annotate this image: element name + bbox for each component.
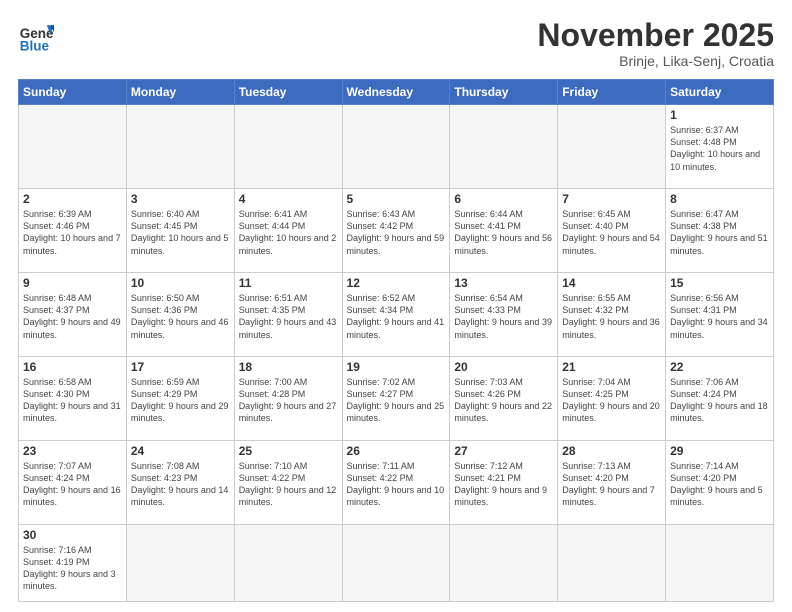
calendar-subtitle: Brinje, Lika-Senj, Croatia bbox=[537, 53, 774, 69]
weekday-header-row: Sunday Monday Tuesday Wednesday Thursday… bbox=[19, 80, 774, 105]
empty-cell bbox=[234, 105, 342, 189]
header: General Blue November 2025 Brinje, Lika-… bbox=[18, 18, 774, 69]
day-9: 9 Sunrise: 6:48 AMSunset: 4:37 PMDayligh… bbox=[19, 273, 127, 357]
svg-text:Blue: Blue bbox=[20, 38, 50, 53]
day-8: 8 Sunrise: 6:47 AMSunset: 4:38 PMDayligh… bbox=[666, 189, 774, 273]
table-row: 1 Sunrise: 6:37 AM Sunset: 4:48 PM Dayli… bbox=[19, 105, 774, 189]
empty-cell bbox=[126, 524, 234, 601]
sunset-label: Sunset: bbox=[670, 137, 703, 147]
empty-cell bbox=[342, 105, 450, 189]
table-row: 23 Sunrise: 7:07 AMSunset: 4:24 PMDaylig… bbox=[19, 441, 774, 525]
day-7: 7 Sunrise: 6:45 AMSunset: 4:40 PMDayligh… bbox=[558, 189, 666, 273]
header-monday: Monday bbox=[126, 80, 234, 105]
day-17: 17 Sunrise: 6:59 AMSunset: 4:29 PMDaylig… bbox=[126, 357, 234, 441]
day-15: 15 Sunrise: 6:56 AMSunset: 4:31 PMDaylig… bbox=[666, 273, 774, 357]
day-1: 1 Sunrise: 6:37 AM Sunset: 4:48 PM Dayli… bbox=[666, 105, 774, 189]
table-row: 16 Sunrise: 6:58 AMSunset: 4:30 PMDaylig… bbox=[19, 357, 774, 441]
header-thursday: Thursday bbox=[450, 80, 558, 105]
title-block: November 2025 Brinje, Lika-Senj, Croatia bbox=[537, 18, 774, 69]
day-2: 2 Sunrise: 6:39 AMSunset: 4:46 PMDayligh… bbox=[19, 189, 127, 273]
day-6: 6 Sunrise: 6:44 AMSunset: 4:41 PMDayligh… bbox=[450, 189, 558, 273]
day-28: 28 Sunrise: 7:13 AMSunset: 4:20 PMDaylig… bbox=[558, 441, 666, 525]
day-23: 23 Sunrise: 7:07 AMSunset: 4:24 PMDaylig… bbox=[19, 441, 127, 525]
logo-icon: General Blue bbox=[18, 18, 54, 54]
day-14: 14 Sunrise: 6:55 AMSunset: 4:32 PMDaylig… bbox=[558, 273, 666, 357]
header-tuesday: Tuesday bbox=[234, 80, 342, 105]
day-18: 18 Sunrise: 7:00 AMSunset: 4:28 PMDaylig… bbox=[234, 357, 342, 441]
day-22: 22 Sunrise: 7:06 AMSunset: 4:24 PMDaylig… bbox=[666, 357, 774, 441]
header-saturday: Saturday bbox=[666, 80, 774, 105]
day-5: 5 Sunrise: 6:43 AMSunset: 4:42 PMDayligh… bbox=[342, 189, 450, 273]
day-13: 13 Sunrise: 6:54 AMSunset: 4:33 PMDaylig… bbox=[450, 273, 558, 357]
calendar-title: November 2025 bbox=[537, 18, 774, 53]
table-row: 30 Sunrise: 7:16 AMSunset: 4:19 PMDaylig… bbox=[19, 524, 774, 601]
day-21: 21 Sunrise: 7:04 AMSunset: 4:25 PMDaylig… bbox=[558, 357, 666, 441]
calendar-table: Sunday Monday Tuesday Wednesday Thursday… bbox=[18, 79, 774, 602]
day-12: 12 Sunrise: 6:52 AMSunset: 4:34 PMDaylig… bbox=[342, 273, 450, 357]
day-26: 26 Sunrise: 7:11 AMSunset: 4:22 PMDaylig… bbox=[342, 441, 450, 525]
header-wednesday: Wednesday bbox=[342, 80, 450, 105]
empty-cell bbox=[126, 105, 234, 189]
empty-cell bbox=[666, 524, 774, 601]
daylight-label: Daylight: bbox=[670, 149, 708, 159]
day-30: 30 Sunrise: 7:16 AMSunset: 4:19 PMDaylig… bbox=[19, 524, 127, 601]
sunset-1: 4:48 PM bbox=[703, 137, 737, 147]
header-sunday: Sunday bbox=[19, 80, 127, 105]
page: General Blue November 2025 Brinje, Lika-… bbox=[0, 0, 792, 612]
day-19: 19 Sunrise: 7:02 AMSunset: 4:27 PMDaylig… bbox=[342, 357, 450, 441]
day-20: 20 Sunrise: 7:03 AMSunset: 4:26 PMDaylig… bbox=[450, 357, 558, 441]
empty-cell bbox=[558, 524, 666, 601]
day-24: 24 Sunrise: 7:08 AMSunset: 4:23 PMDaylig… bbox=[126, 441, 234, 525]
header-friday: Friday bbox=[558, 80, 666, 105]
empty-cell bbox=[342, 524, 450, 601]
day-16: 16 Sunrise: 6:58 AMSunset: 4:30 PMDaylig… bbox=[19, 357, 127, 441]
table-row: 2 Sunrise: 6:39 AMSunset: 4:46 PMDayligh… bbox=[19, 189, 774, 273]
logo: General Blue bbox=[18, 18, 54, 54]
day-27: 27 Sunrise: 7:12 AMSunset: 4:21 PMDaylig… bbox=[450, 441, 558, 525]
day-29: 29 Sunrise: 7:14 AMSunset: 4:20 PMDaylig… bbox=[666, 441, 774, 525]
day-25: 25 Sunrise: 7:10 AMSunset: 4:22 PMDaylig… bbox=[234, 441, 342, 525]
table-row: 9 Sunrise: 6:48 AMSunset: 4:37 PMDayligh… bbox=[19, 273, 774, 357]
sunrise-1: 6:37 AM bbox=[706, 125, 739, 135]
day-4: 4 Sunrise: 6:41 AMSunset: 4:44 PMDayligh… bbox=[234, 189, 342, 273]
empty-cell bbox=[19, 105, 127, 189]
day-10: 10 Sunrise: 6:50 AMSunset: 4:36 PMDaylig… bbox=[126, 273, 234, 357]
empty-cell bbox=[558, 105, 666, 189]
sunrise-label: Sunrise: bbox=[670, 125, 706, 135]
empty-cell bbox=[450, 524, 558, 601]
empty-cell bbox=[450, 105, 558, 189]
empty-cell bbox=[234, 524, 342, 601]
day-11: 11 Sunrise: 6:51 AMSunset: 4:35 PMDaylig… bbox=[234, 273, 342, 357]
day-3: 3 Sunrise: 6:40 AMSunset: 4:45 PMDayligh… bbox=[126, 189, 234, 273]
